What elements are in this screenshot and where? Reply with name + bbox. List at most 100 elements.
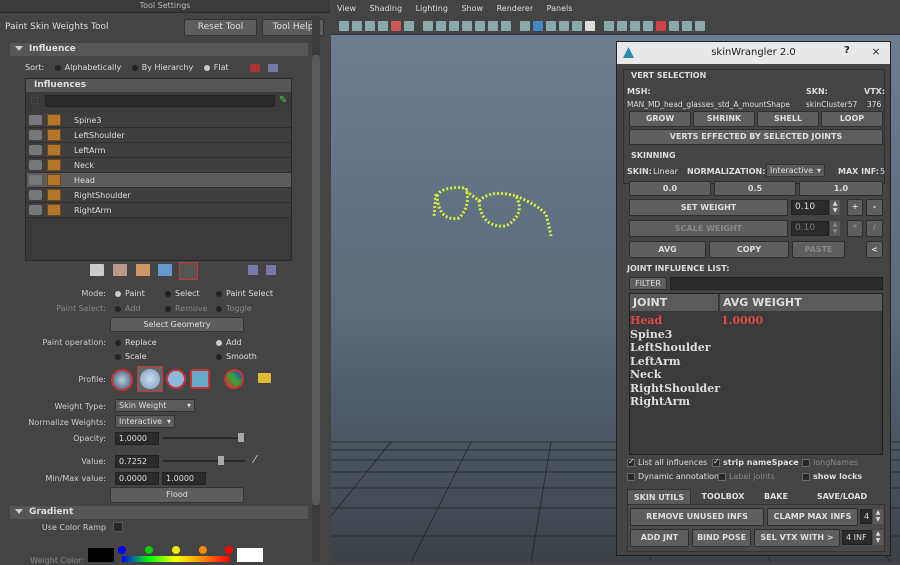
menu-lighting[interactable]: Lighting	[416, 4, 448, 13]
safe-action-icon[interactable]	[488, 21, 498, 31]
sel-vtx-with-button[interactable]: SEL VTX WITH >	[754, 529, 840, 547]
avg-button[interactable]: AVG	[629, 241, 706, 258]
profile-square-icon[interactable]	[190, 369, 210, 389]
joint-row[interactable]: RightShoulder	[630, 382, 720, 396]
shell-button[interactable]: SHELL	[757, 111, 819, 127]
list-view-icon[interactable]	[248, 265, 258, 275]
menu-shading[interactable]: Shading	[370, 4, 403, 13]
value-field[interactable]: 0.7252	[115, 455, 159, 468]
film-gate-icon[interactable]	[436, 21, 446, 31]
clamp-spinner[interactable]: ▲ ▼	[873, 509, 883, 524]
anti-aliasing-icon[interactable]	[643, 21, 653, 31]
influence-row-selected[interactable]: Head	[27, 173, 291, 188]
set-weight-spinner[interactable]: ▲ ▼	[830, 200, 840, 215]
joint-column-header[interactable]: JOINT	[630, 294, 719, 311]
flood-button[interactable]: Flood	[110, 487, 244, 503]
filter-button[interactable]: FILTER	[629, 277, 667, 290]
opacity-slider-track[interactable]	[163, 437, 245, 439]
normalization-dropdown[interactable]: Interactive ▾	[766, 164, 825, 177]
lock-icon[interactable]	[29, 130, 42, 140]
ramp-key[interactable]	[225, 546, 233, 554]
lock-icon[interactable]	[29, 205, 42, 215]
color-ramp-checkbox[interactable]	[113, 522, 123, 532]
menu-show[interactable]: Show	[461, 4, 483, 13]
bind-pose-button[interactable]: BIND POSE	[692, 529, 751, 547]
copy-button[interactable]: COPY	[709, 241, 789, 258]
select-geometry-button[interactable]: Select Geometry	[110, 317, 244, 332]
joint-row[interactable]: RightArm	[630, 395, 690, 409]
grease-pencil-icon[interactable]	[404, 21, 414, 31]
motion-blur-icon[interactable]	[630, 21, 640, 31]
op-replace[interactable]: Replace	[115, 338, 157, 347]
sort-icon[interactable]	[250, 64, 260, 72]
move-weights-icon[interactable]	[158, 264, 172, 276]
influence-filter-input[interactable]	[45, 95, 275, 107]
folder-icon[interactable]	[258, 373, 271, 383]
clamp-max-field[interactable]: 4	[860, 509, 872, 524]
lock-icon[interactable]	[29, 160, 42, 170]
mode-paint[interactable]: Paint	[115, 289, 145, 298]
shrink-button[interactable]: SHRINK	[693, 111, 755, 127]
weight-type-dropdown[interactable]: Skin Weight ▾	[115, 399, 195, 412]
filter-input[interactable]	[670, 277, 883, 290]
tab-skin-utils[interactable]: SKIN UTILS	[627, 489, 691, 504]
max-field[interactable]: 1.0000	[162, 472, 206, 485]
paste-weights-icon[interactable]	[113, 264, 127, 276]
image-plane-icon[interactable]	[378, 21, 388, 31]
opacity-slider-handle[interactable]	[238, 433, 244, 442]
screen-space-ao-icon[interactable]	[617, 21, 627, 31]
profile-solid-icon[interactable]	[166, 369, 186, 389]
joint-row[interactable]: Neck	[630, 368, 661, 382]
scale-weight-field[interactable]: 0.10	[791, 221, 829, 236]
divide-button[interactable]: /	[866, 220, 883, 237]
loop-button[interactable]: LOOP	[821, 111, 883, 127]
color-ramp[interactable]	[122, 556, 230, 562]
joint-row[interactable]: Spine3	[630, 328, 672, 342]
textured-icon[interactable]	[572, 21, 582, 31]
opacity-field[interactable]: 1.0000	[115, 432, 159, 445]
shadows-icon[interactable]	[604, 21, 614, 31]
gradient-section-header[interactable]: Gradient	[10, 506, 308, 519]
glasses-mesh[interactable]	[432, 186, 553, 237]
black-swatch[interactable]	[88, 548, 114, 562]
pin-icon[interactable]: ✎	[279, 95, 287, 106]
grid-icon[interactable]	[423, 21, 433, 31]
close-button[interactable]: ×	[863, 45, 889, 60]
tab-toolbox[interactable]: TOOLBOX	[693, 489, 753, 504]
xray-joints-icon[interactable]	[682, 21, 692, 31]
long-names-option[interactable]: longNames	[802, 458, 858, 467]
smooth-shade-icon[interactable]	[533, 21, 543, 31]
white-swatch[interactable]	[237, 548, 263, 562]
verts-affected-button[interactable]: VERTS EFFECTED BY SELECTED JOINTS	[629, 129, 883, 145]
influence-row[interactable]: RightArm	[27, 203, 291, 218]
op-add[interactable]: Add	[216, 338, 242, 347]
scale-weight-button[interactable]: SCALE WEIGHT	[629, 220, 788, 237]
influence-row[interactable]: RightShoulder	[27, 188, 291, 203]
mode-paint-select[interactable]: Paint Select	[216, 289, 273, 298]
joint-row-head[interactable]: Head	[630, 314, 662, 328]
sort-by-hierarchy[interactable]: By Hierarchy	[131, 63, 193, 72]
tab-save-load[interactable]: SAVE/LOAD	[799, 489, 885, 504]
menu-view[interactable]: View	[337, 4, 356, 13]
ramp-key[interactable]	[145, 546, 153, 554]
menu-panels[interactable]: Panels	[547, 4, 573, 13]
profile-image-icon[interactable]	[224, 369, 244, 389]
preset-0-button[interactable]: 0.0	[629, 181, 711, 196]
tree-view-icon[interactable]	[266, 265, 276, 275]
field-chart-icon[interactable]	[475, 21, 485, 31]
ramp-key[interactable]	[172, 546, 180, 554]
paste-button[interactable]: PASTE	[792, 241, 845, 258]
min-field[interactable]: 0.0000	[115, 472, 159, 485]
normalize-dropdown[interactable]: Interactive ▾	[115, 415, 175, 428]
influence-row[interactable]: Neck	[27, 158, 291, 173]
scale-weight-spinner[interactable]: ▲ ▼	[830, 221, 840, 236]
strip-namespace-option[interactable]: ✓ strip nameSpace	[712, 457, 799, 467]
xray-icon[interactable]	[669, 21, 679, 31]
influence-row[interactable]: Spine3	[27, 113, 291, 128]
influence-row[interactable]: LeftArm	[27, 143, 291, 158]
sel-vtx-field[interactable]: 4 INF	[842, 530, 872, 545]
minus-button[interactable]: -	[866, 199, 883, 216]
add-jnt-button[interactable]: ADD JNT	[630, 529, 689, 547]
safe-title-icon[interactable]	[501, 21, 511, 31]
tab-bake[interactable]: BAKE	[755, 489, 797, 504]
